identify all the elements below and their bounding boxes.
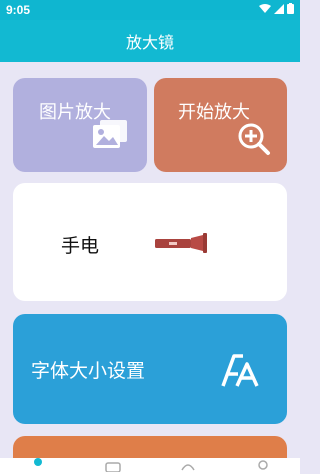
font-size-icon bbox=[221, 352, 261, 392]
page-title: 放大镜 bbox=[125, 33, 174, 52]
flashlight-icon bbox=[155, 233, 219, 257]
font-size-label: 字体大小设置 bbox=[31, 360, 146, 382]
image-zoom-card[interactable]: 图片放大 bbox=[13, 78, 147, 172]
home-icon[interactable] bbox=[29, 458, 47, 474]
image-gallery-icon bbox=[93, 120, 127, 152]
signal-icon bbox=[274, 3, 284, 17]
status-bar: 9:05 bbox=[0, 0, 300, 20]
card-icon[interactable] bbox=[104, 458, 122, 474]
zoom-in-icon bbox=[237, 122, 271, 160]
battery-icon bbox=[287, 3, 294, 17]
app-header: 放大镜 bbox=[0, 20, 300, 62]
flashlight-card[interactable]: 手电 bbox=[13, 183, 287, 301]
status-time: 9:05 bbox=[6, 3, 31, 17]
font-size-card[interactable]: 字体大小设置 bbox=[13, 314, 287, 424]
wifi-icon bbox=[259, 3, 271, 17]
status-icons bbox=[259, 3, 294, 17]
flashlight-label: 手电 bbox=[61, 235, 100, 257]
start-zoom-label: 开始放大 bbox=[178, 102, 250, 123]
start-zoom-card[interactable]: 开始放大 bbox=[154, 78, 287, 172]
settings-icon[interactable] bbox=[179, 458, 197, 474]
bottom-nav bbox=[0, 458, 300, 474]
profile-icon[interactable] bbox=[254, 458, 272, 474]
